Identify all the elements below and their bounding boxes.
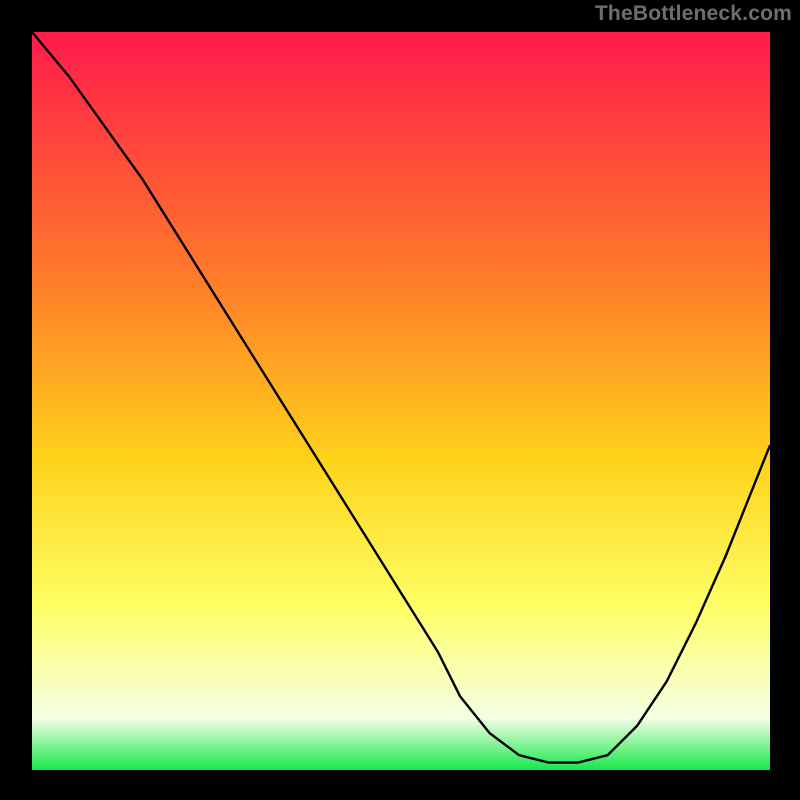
plot-area — [32, 32, 770, 770]
chart-svg — [0, 0, 800, 800]
watermark-text: TheBottleneck.com — [595, 2, 792, 26]
chart-stage: TheBottleneck.com — [0, 0, 800, 800]
